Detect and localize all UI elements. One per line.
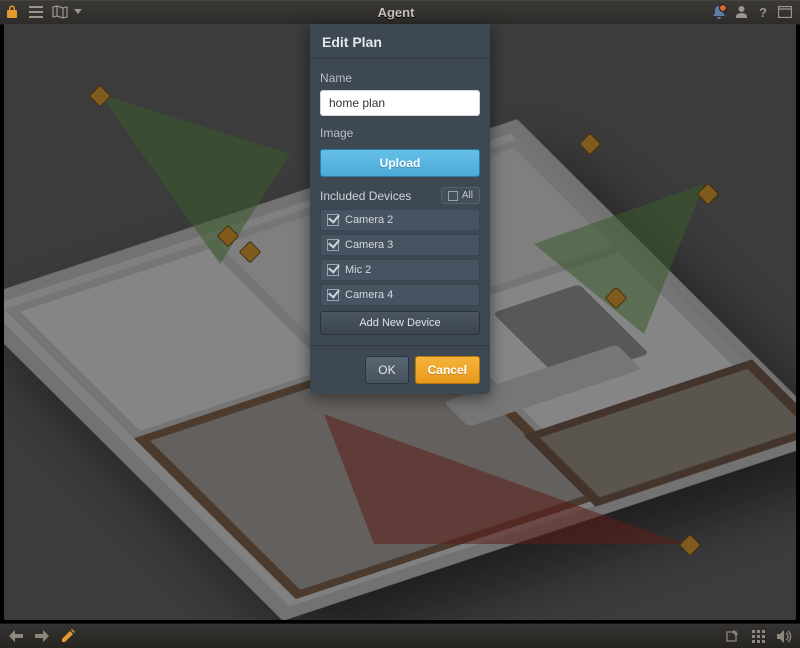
checkbox-icon <box>448 191 458 201</box>
checkbox-checked-icon <box>327 239 339 251</box>
edit-plan-dialog: Edit Plan Name Image Upload Included Dev… <box>310 24 490 394</box>
name-label: Name <box>320 71 480 85</box>
device-label: Mic 2 <box>345 264 371 276</box>
device-row[interactable]: Mic 2 <box>320 259 480 281</box>
topbar-left-group <box>0 0 84 24</box>
device-list: Camera 2 Camera 3 Mic 2 Camera 4 <box>320 209 480 306</box>
svg-text:?: ? <box>759 5 767 19</box>
map-icon[interactable] <box>48 0 72 24</box>
app-title: Agent <box>84 5 708 20</box>
device-row[interactable]: Camera 3 <box>320 234 480 256</box>
cancel-button[interactable]: Cancel <box>415 356 480 384</box>
ok-button[interactable]: OK <box>365 356 408 384</box>
upload-button[interactable]: Upload <box>320 149 480 177</box>
device-label: Camera 4 <box>345 289 393 301</box>
list-icon[interactable] <box>24 0 48 24</box>
bottombar-left-group <box>6 626 78 646</box>
select-all-button[interactable]: All <box>441 187 480 204</box>
bottombar-right-group <box>722 626 794 646</box>
help-icon[interactable]: ? <box>752 0 774 24</box>
forward-button[interactable] <box>32 626 52 646</box>
volume-icon[interactable] <box>774 626 794 646</box>
device-label: Camera 3 <box>345 239 393 251</box>
add-device-button[interactable]: Add New Device <box>320 311 480 335</box>
top-bar: Agent ? <box>0 0 800 25</box>
checkbox-checked-icon <box>327 214 339 226</box>
device-label: Camera 2 <box>345 214 393 226</box>
dialog-title: Edit Plan <box>310 24 490 59</box>
user-icon[interactable] <box>730 0 752 24</box>
image-label: Image <box>320 126 480 140</box>
topbar-right-group: ? <box>708 0 800 24</box>
app-window: Agent ? <box>0 0 800 648</box>
lock-icon[interactable] <box>0 0 24 24</box>
notification-badge <box>719 4 727 12</box>
notifications-icon[interactable] <box>708 0 730 24</box>
back-button[interactable] <box>6 626 26 646</box>
grid-icon[interactable] <box>748 626 768 646</box>
select-all-label: All <box>462 190 473 201</box>
bottom-bar <box>0 623 800 648</box>
checkbox-checked-icon <box>327 289 339 301</box>
plan-name-input[interactable] <box>320 90 480 116</box>
window-icon[interactable] <box>774 0 796 24</box>
device-row[interactable]: Camera 2 <box>320 209 480 231</box>
edit-button[interactable] <box>58 626 78 646</box>
compose-icon[interactable] <box>722 626 742 646</box>
chevron-down-icon[interactable] <box>72 0 84 24</box>
included-devices-label: Included Devices <box>320 189 411 203</box>
device-row[interactable]: Camera 4 <box>320 284 480 306</box>
checkbox-checked-icon <box>327 264 339 276</box>
